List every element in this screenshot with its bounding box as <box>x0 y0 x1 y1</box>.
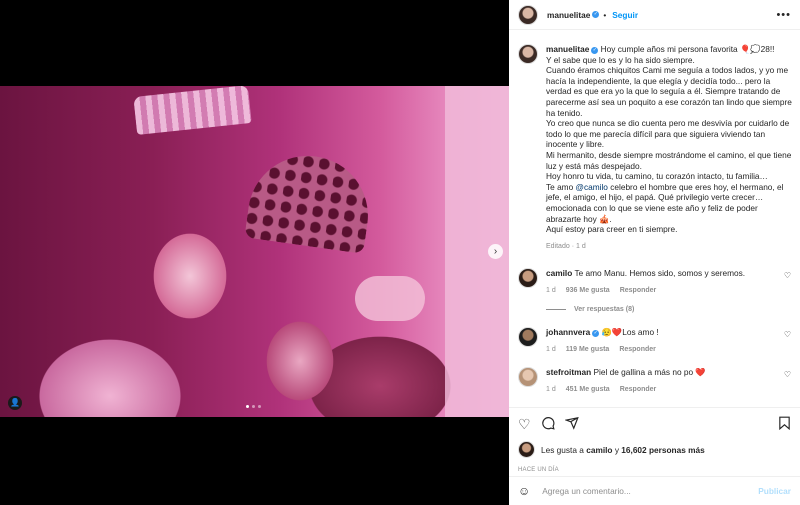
caption-line-2: Y el sabe que lo es y lo ha sido siempre… <box>546 54 695 65</box>
comment-item: stefroitman Piel de gallina a más no po … <box>518 366 791 393</box>
caption-line-1: Hoy cumple años mi persona favorita 🎈💭28… <box>600 44 775 54</box>
likes-summary: Les gusta a camilo y 16,602 personas más <box>518 441 791 458</box>
like-heart-icon[interactable]: ♡ <box>518 416 531 433</box>
separator-dot: • <box>603 9 607 20</box>
likes-prefix: Les gusta a <box>541 444 587 455</box>
verified-badge-icon: ✓ <box>591 47 599 54</box>
caption-line-8: Aquí estoy para creer en ti siempre. <box>546 224 678 235</box>
comment-item: camilo Te amo Manu. Hemos sido, somos y … <box>518 267 791 294</box>
comment-time[interactable]: 1 d <box>546 346 556 353</box>
caption-line-3: Cuando éramos chiquitos Cami me seguía a… <box>546 65 792 118</box>
reply-button[interactable]: Responder <box>620 386 657 393</box>
post-comment-button[interactable]: Publicar <box>758 486 791 496</box>
comment-time[interactable]: 1 d <box>546 386 556 393</box>
caption-meta-sep: · <box>571 242 575 250</box>
view-replies-button[interactable]: Ver respuestas (8) <box>546 306 791 313</box>
comment-meta: 1 d 119 Me gusta Responder <box>546 346 776 353</box>
add-comment-bar: ☺ Agrega un comentario... Publicar <box>509 476 800 505</box>
post-date[interactable]: HACE UN DÍA <box>518 467 791 473</box>
comment-text: 😥❤️Los amo ! <box>601 326 659 337</box>
tagged-user-icon[interactable]: 👤 <box>8 396 22 410</box>
photo-leopard-hat <box>244 148 376 254</box>
comment-item: johannvera ✓ 😥❤️Los amo ! 1 d 119 Me gust… <box>518 326 791 353</box>
view-replies-label[interactable]: Ver respuestas (8) <box>574 306 634 313</box>
author-username[interactable]: manuelitae <box>547 10 590 20</box>
caption-avatar[interactable] <box>518 44 538 64</box>
comment-bubble-icon[interactable] <box>541 416 555 433</box>
commenter-username[interactable]: camilo <box>546 268 572 278</box>
reply-button[interactable]: Responder <box>620 287 657 294</box>
liker-avatar[interactable] <box>518 441 535 458</box>
comment-text: Te amo Manu. Hemos sido, somos y seremos… <box>574 267 746 278</box>
comment-like-heart-icon[interactable]: ♡ <box>784 271 791 280</box>
caption-mention-link[interactable]: @camilo <box>576 182 608 192</box>
photo-hand <box>355 276 425 321</box>
comment-meta: 1 d 936 Me gusta Responder <box>546 287 776 294</box>
more-options-icon[interactable]: ••• <box>776 9 791 21</box>
likes-count[interactable]: 16,602 personas más <box>621 445 704 455</box>
likes-user[interactable]: camilo <box>586 445 612 455</box>
commenter-avatar[interactable] <box>518 326 538 347</box>
emoji-icon[interactable]: ☺ <box>518 484 530 498</box>
carousel-dot-1 <box>246 405 249 408</box>
follow-button[interactable]: Seguir <box>612 10 638 20</box>
save-bookmark-icon[interactable] <box>778 416 791 433</box>
instagram-post-view: › 👤 manuelitae ✓ • Seguir ••• manuelitae… <box>0 0 800 505</box>
edited-label: Editado <box>546 242 570 250</box>
replies-line-icon <box>546 308 566 310</box>
comment-like-heart-icon[interactable]: ♡ <box>784 370 791 379</box>
caption-line-6: Hoy honro tu vida, tu camino, tu corazón… <box>546 171 768 182</box>
commenter-avatar[interactable] <box>518 267 538 288</box>
author-avatar[interactable] <box>518 4 538 25</box>
reply-button[interactable]: Responder <box>619 346 656 353</box>
commenter-username[interactable]: stefroitman <box>546 367 591 377</box>
likes-middle: y <box>612 444 622 455</box>
comment-like-heart-icon[interactable]: ♡ <box>784 330 791 339</box>
photo-crown <box>133 86 252 135</box>
carousel-dot-3 <box>258 405 261 408</box>
share-paper-plane-icon[interactable] <box>563 416 579 433</box>
post-photo[interactable] <box>0 86 509 417</box>
post-side-panel: manuelitae ✓ • Seguir ••• manuelitae ✓ Ho… <box>509 0 800 505</box>
comment-likes[interactable]: 451 Me gusta <box>566 386 610 393</box>
caption-meta: Editado · 1 d <box>546 243 794 250</box>
comment-likes[interactable]: 119 Me gusta <box>566 346 610 353</box>
commenter-avatar[interactable] <box>518 366 538 387</box>
comment-time[interactable]: 1 d <box>546 287 556 294</box>
caption-line-5: Mi hermanito, desde siempre mostrándome … <box>546 149 792 171</box>
carousel-next-button[interactable]: › <box>488 244 503 259</box>
caption: manuelitae ✓ Hoy cumple años mi persona f… <box>518 44 794 250</box>
comment-input[interactable]: Agrega un comentario... <box>542 486 631 496</box>
caption-time[interactable]: 1 d <box>576 243 586 250</box>
caption-text: manuelitae ✓ Hoy cumple años mi persona f… <box>546 44 794 235</box>
comment-meta: 1 d 451 Me gusta Responder <box>546 386 776 393</box>
carousel-dots <box>246 405 261 408</box>
post-media: › 👤 <box>0 0 509 505</box>
comment-likes[interactable]: 936 Me gusta <box>566 287 610 294</box>
caption-mention-prefix: Te amo <box>546 181 576 192</box>
verified-badge-icon: ✓ <box>592 329 600 337</box>
post-header: manuelitae ✓ • Seguir ••• <box>509 0 800 30</box>
verified-badge-icon: ✓ <box>592 11 600 18</box>
commenter-username[interactable]: johannvera <box>546 327 590 337</box>
post-actions: ♡ Les gusta a camilo y 16,602 personas m… <box>509 407 800 473</box>
comments-list[interactable]: manuelitae ✓ Hoy cumple años mi persona f… <box>509 36 800 407</box>
caption-username[interactable]: manuelitae <box>546 44 589 54</box>
carousel-dot-2 <box>252 405 255 408</box>
comment-text: Piel de gallina a más no po ❤️ <box>593 366 706 377</box>
caption-line-7: Te amo @camilo celebro el hombre que ere… <box>546 182 794 224</box>
caption-line-4: Yo creo que nunca se dio cuenta pero me … <box>546 118 790 150</box>
